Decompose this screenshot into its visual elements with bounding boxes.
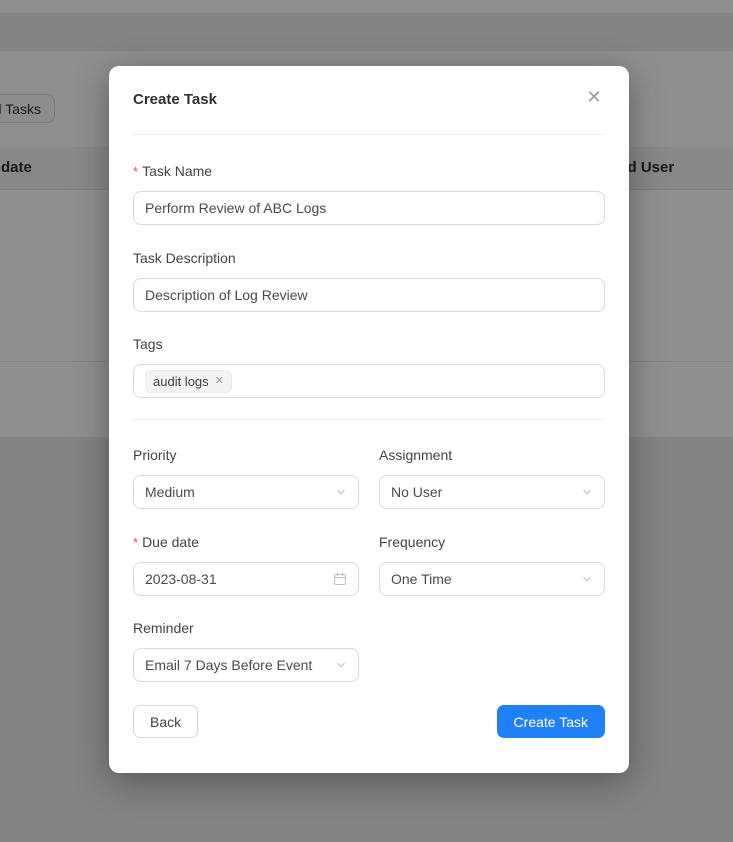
create-task-modal: Create Task ✕ * Task Name Task Descripti… [109, 66, 629, 773]
frequency-cell: Frequency One Time [379, 509, 605, 596]
due-date-picker[interactable] [133, 562, 359, 596]
calendar-icon [333, 572, 347, 586]
priority-label: Priority [133, 447, 359, 464]
screen: d Tasks date ned User Create Task ✕ * Ta… [0, 0, 733, 842]
duedate-frequency-row: * Due date [133, 509, 605, 596]
priority-select[interactable]: Medium [133, 475, 359, 509]
assignment-cell: Assignment No User [379, 420, 605, 509]
due-date-input[interactable] [145, 571, 333, 587]
tags-input-box[interactable]: audit logs ✕ [133, 364, 605, 398]
close-icon[interactable]: ✕ [581, 84, 607, 110]
tag-remove-icon[interactable]: ✕ [215, 376, 224, 387]
task-name-field-box [133, 191, 605, 225]
tag-chip-label: audit logs [153, 374, 209, 389]
task-name-input[interactable] [145, 200, 593, 216]
reminder-select[interactable]: Email 7 Days Before Event [133, 648, 359, 682]
chevron-down-icon [581, 486, 593, 498]
reminder-label: Reminder [133, 620, 359, 637]
back-button[interactable]: Back [133, 705, 198, 738]
task-name-label: * Task Name [133, 163, 605, 180]
task-description-field-box [133, 278, 605, 312]
reminder-row: Reminder Email 7 Days Before Event [133, 596, 605, 682]
reminder-row-spacer [379, 596, 605, 682]
assignment-select[interactable]: No User [379, 475, 605, 509]
assignment-label: Assignment [379, 447, 605, 464]
modal-footer: Back Create Task [109, 705, 629, 738]
modal-body: * Task Name Task Description Tags audit … [109, 163, 629, 682]
priority-cell: Priority Medium [133, 420, 359, 509]
assignment-value: No User [391, 484, 581, 500]
frequency-label: Frequency [379, 534, 605, 551]
chevron-down-icon [581, 573, 593, 585]
create-task-button[interactable]: Create Task [497, 705, 605, 738]
frequency-select[interactable]: One Time [379, 562, 605, 596]
required-asterisk: * [133, 534, 138, 551]
reminder-value: Email 7 Days Before Event [145, 657, 335, 673]
priority-value: Medium [145, 484, 335, 500]
reminder-cell: Reminder Email 7 Days Before Event [133, 596, 359, 682]
task-description-label: Task Description [133, 250, 605, 267]
modal-title: Create Task [133, 90, 605, 110]
due-date-cell: * Due date [133, 509, 359, 596]
priority-assignment-row: Priority Medium Assignment No User [133, 420, 605, 509]
modal-header: Create Task ✕ [109, 66, 629, 135]
task-description-input[interactable] [145, 287, 593, 303]
chevron-down-icon [335, 659, 347, 671]
tags-label: Tags [133, 336, 605, 353]
tag-chip: audit logs ✕ [145, 370, 232, 393]
chevron-down-icon [335, 486, 347, 498]
frequency-value: One Time [391, 571, 581, 587]
due-date-label: * Due date [133, 534, 359, 551]
required-asterisk: * [133, 163, 138, 180]
header-divider [133, 134, 605, 135]
